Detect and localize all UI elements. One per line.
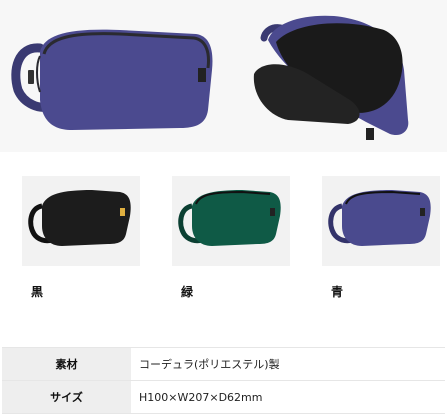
spec-row-material: 素材 コーデュラ(ポリエステル)製 [2,347,445,381]
spec-key-material: 素材 [2,347,131,381]
variant-photo-green [172,176,290,266]
spec-row-size: サイズ H100×W207×D62mm [2,380,445,414]
spec-key-size: サイズ [2,380,131,414]
variant-photo-blue [322,176,440,266]
variant-label-black: 黒 [31,285,44,299]
spec-table: 素材 コーデュラ(ポリエステル)製 サイズ H100×W207×D62mm [2,347,445,414]
pouch-body-green [192,190,281,246]
pouch-body-blue [342,190,431,246]
pouch-body-black [42,190,131,246]
open-pouch-photo [224,0,447,152]
variant-photo-black [22,176,140,266]
spec-value-size: H100×W207×D62mm [131,380,445,414]
spec-value-material: コーデュラ(ポリエステル)製 [131,347,445,381]
main-product-photo [0,0,224,152]
variant-label-blue: 青 [331,285,344,299]
variant-label-green: 緑 [181,285,194,299]
